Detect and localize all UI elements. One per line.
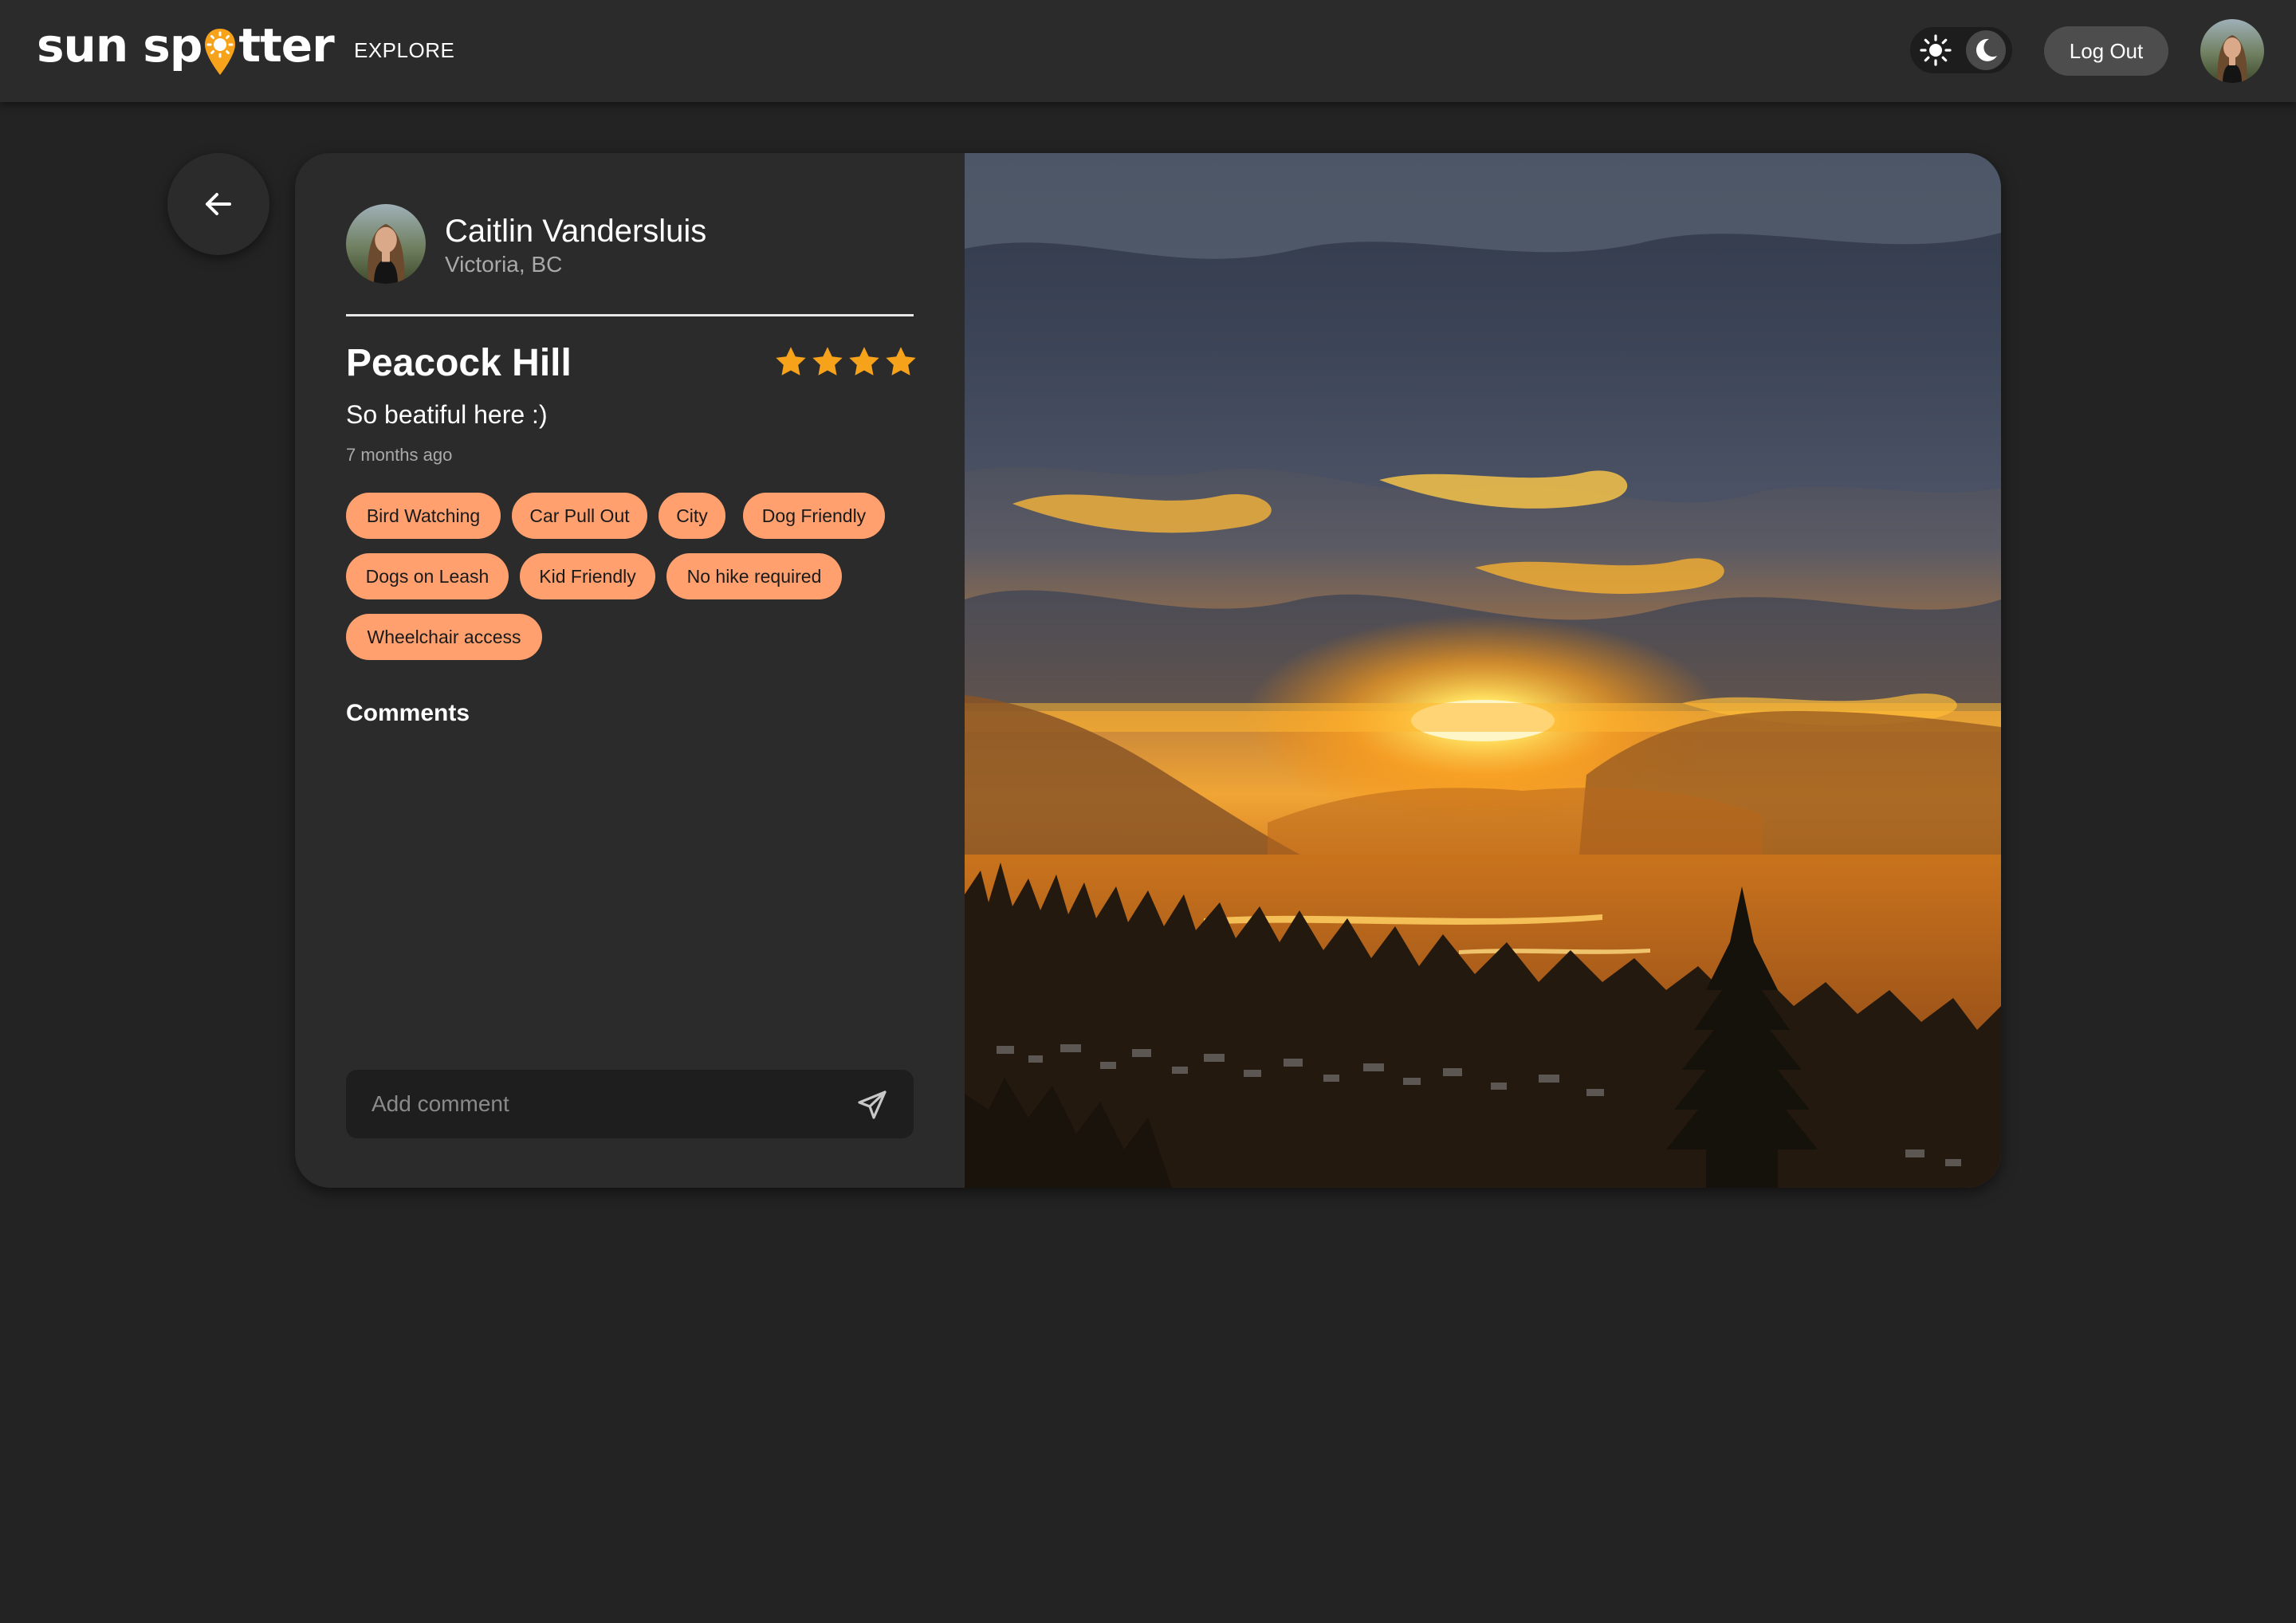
tag-chip: Bird Watching (346, 493, 501, 539)
send-icon[interactable] (856, 1089, 888, 1121)
spot-title: Peacock Hill (346, 342, 572, 384)
back-button[interactable] (167, 153, 269, 255)
star-rating (773, 344, 918, 379)
author-avatar[interactable] (346, 204, 426, 284)
log-out-button[interactable]: Log Out (2044, 26, 2168, 76)
author-avatar-image (346, 204, 426, 284)
post-timestamp: 7 months ago (346, 445, 453, 465)
logo-text-start: sun sp (37, 18, 202, 73)
star-icon (812, 347, 843, 375)
top-nav-bar: sun sp tter EXPLORE Log Out (0, 0, 2296, 102)
dark-mode-button[interactable] (1966, 30, 2006, 70)
logo-pin-sun-icon (205, 29, 236, 75)
star-icon (849, 347, 879, 375)
star-icon (886, 347, 916, 375)
spot-description: So beatiful here :) (346, 400, 548, 429)
profile-avatar-image (2200, 19, 2264, 83)
nav-explore-link[interactable]: EXPLORE (354, 38, 454, 63)
add-comment-input[interactable] (346, 1070, 840, 1138)
tag-chip: Car Pull Out (512, 493, 647, 539)
spot-photo (965, 153, 2001, 1188)
tag-chip: Kid Friendly (520, 553, 655, 599)
moon-icon (1976, 38, 1997, 61)
sunset-over-valley-photo (965, 153, 2001, 1188)
spot-detail-card: Caitlin Vandersluis Victoria, BC Peacock… (295, 153, 2001, 1188)
header-divider (346, 314, 914, 316)
arrow-left-icon (206, 193, 231, 215)
tag-chip: Dogs on Leash (346, 553, 509, 599)
comment-composer (346, 1070, 914, 1138)
star-icon (776, 347, 806, 375)
tag-chip: City (659, 493, 725, 539)
comments-heading: Comments (346, 700, 470, 726)
sun-spotter-logo[interactable]: sun sp tter (37, 18, 335, 75)
sun-icon[interactable] (1920, 34, 1952, 66)
author-location: Victoria, BC (445, 252, 563, 277)
tag-chip: No hike required (666, 553, 842, 599)
author-name[interactable]: Caitlin Vandersluis (445, 214, 706, 250)
tag-chip: Dog Friendly (743, 493, 885, 539)
spot-info-panel: Caitlin Vandersluis Victoria, BC Peacock… (295, 153, 965, 1188)
theme-toggle[interactable] (1910, 27, 2012, 73)
profile-avatar[interactable] (2200, 19, 2264, 83)
logo-text-end: tter (238, 18, 334, 73)
tag-chip: Wheelchair access (346, 614, 542, 660)
